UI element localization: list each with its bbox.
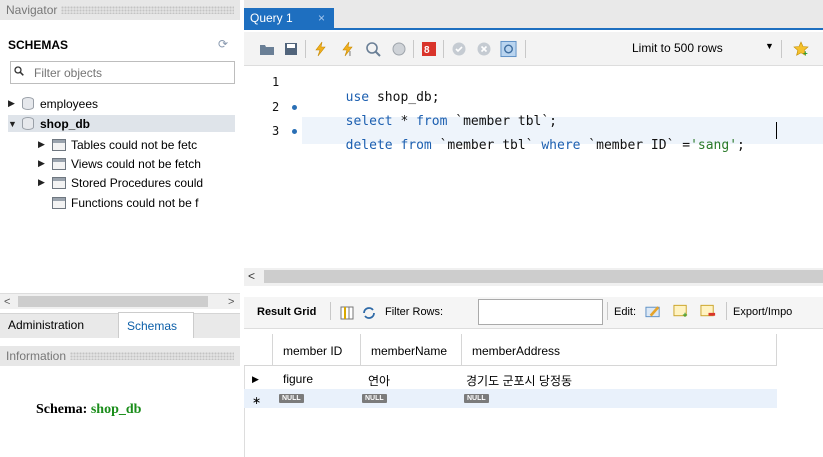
rollback-icon[interactable] (475, 40, 492, 57)
tree-item-views[interactable]: ▶ Views could not be fetch (38, 155, 201, 172)
current-row-arrow-icon: ▶ (252, 374, 259, 384)
procedure-folder-icon (52, 176, 66, 189)
svg-text:8: 8 (424, 45, 430, 56)
explain-icon[interactable] (364, 40, 381, 57)
execute-icon[interactable] (312, 40, 329, 57)
tree-item-label: shop_db (40, 116, 90, 131)
statement-marker-icon (292, 129, 297, 134)
scroll-left-icon[interactable]: < (248, 269, 255, 283)
line-number: 3 (272, 124, 280, 138)
scroll-left-icon[interactable]: < (4, 294, 10, 310)
new-row[interactable] (244, 389, 777, 408)
schema-info: Schema: shop_db (36, 402, 141, 418)
statement-marker-icon (292, 105, 297, 110)
execute-current-icon[interactable]: I (339, 40, 356, 57)
refresh-schemas-icon[interactable]: ⟳ (218, 38, 230, 50)
schema-info-label: Schema: (36, 402, 88, 417)
tree-item-tables[interactable]: ▶ Tables could not be fetc (38, 136, 197, 153)
result-grid-button[interactable]: Result Grid (257, 306, 316, 318)
navigator-horizontal-scrollbar[interactable]: < > (0, 293, 240, 309)
column-header-member-id[interactable]: member ID (273, 334, 361, 366)
grid-layout-icon[interactable] (338, 304, 355, 321)
database-icon (22, 97, 34, 110)
schema-info-value: shop_db (90, 402, 142, 417)
code-line-3: delete from `member tbl` where `member I… (345, 138, 745, 153)
information-title: Information (6, 349, 67, 363)
grid-cell[interactable]: 경기도 군포시 당정동 (466, 372, 572, 389)
search-icon (14, 66, 24, 76)
tree-item-label: Stored Procedures could (71, 175, 204, 190)
bookmark-icon[interactable]: + (792, 40, 809, 57)
filter-rows-label: Filter Rows: (385, 306, 444, 318)
delete-row-icon[interactable] (700, 302, 717, 319)
view-folder-icon (52, 157, 66, 170)
svg-text:I: I (349, 51, 351, 57)
information-header: Information (0, 346, 240, 366)
function-folder-icon (52, 196, 66, 209)
expand-arrow-icon[interactable]: ▶ (8, 98, 18, 109)
open-folder-icon[interactable] (258, 40, 275, 57)
edit-row-icon[interactable] (645, 302, 662, 319)
expand-arrow-icon[interactable]: ▶ (38, 139, 48, 150)
tree-item-label: Tables could not be fetc (71, 137, 198, 152)
expand-arrow-icon[interactable]: ▶ (38, 177, 48, 188)
filter-objects-input[interactable] (34, 63, 232, 82)
grid-cell[interactable]: NULL (464, 389, 489, 403)
grid-cell[interactable]: 연아 (368, 372, 390, 389)
new-row-marker-icon: ∗ (252, 395, 262, 407)
grid-cell[interactable]: NULL (362, 389, 387, 403)
row-header-corner (244, 334, 273, 366)
tab-administration[interactable]: Administration (8, 318, 84, 332)
tab-schemas[interactable]: Schemas (118, 312, 194, 338)
add-row-icon[interactable]: + (673, 302, 690, 319)
toggle-error-icon[interactable]: 8 (420, 40, 437, 57)
stop-icon[interactable] (390, 40, 407, 57)
autocommit-icon[interactable] (500, 40, 517, 57)
scroll-right-icon[interactable]: > (228, 294, 234, 310)
query-tab-label: Query 1 (250, 11, 293, 25)
text-caret (776, 122, 777, 139)
edit-label: Edit: (614, 306, 637, 318)
export-import-button[interactable]: Export/Impo (733, 306, 792, 318)
close-icon[interactable]: × (318, 8, 325, 28)
svg-text:+: + (803, 49, 808, 57)
table-folder-icon (52, 138, 66, 151)
tree-item-stored-procedures[interactable]: ▶ Stored Procedures could (38, 174, 203, 191)
database-icon (22, 117, 34, 130)
svg-text:+: + (682, 309, 687, 318)
scrollbar-thumb[interactable] (264, 270, 823, 283)
tree-item-functions[interactable]: Functions could not be f (48, 194, 198, 211)
navigator-header: Navigator (0, 0, 240, 20)
schemas-title: SCHEMAS (8, 38, 69, 52)
sql-editor-toolbar (244, 32, 823, 66)
grid-cell[interactable]: NULL (279, 389, 304, 403)
chevron-down-icon[interactable]: ▼ (765, 41, 774, 51)
tree-item-label: employees (40, 96, 99, 111)
grid-cell[interactable]: figure (283, 372, 313, 386)
column-header-member-name[interactable]: memberName (361, 334, 462, 366)
tree-item-label: Views could not be fetch (71, 156, 201, 171)
commit-icon[interactable] (450, 40, 467, 57)
save-icon[interactable] (282, 40, 299, 57)
tab-query-1[interactable]: Query 1 × (244, 8, 334, 28)
collapse-arrow-icon[interactable]: ▼ (8, 119, 18, 129)
filter-rows-input[interactable] (478, 299, 603, 325)
tree-item-label: Functions could not be f (71, 195, 199, 210)
refresh-icon[interactable] (360, 304, 377, 321)
column-header-member-address[interactable]: memberAddress (462, 334, 777, 366)
scrollbar-thumb[interactable] (18, 296, 208, 307)
expand-arrow-icon[interactable]: ▶ (38, 158, 48, 169)
navigator-title: Navigator (6, 3, 58, 17)
line-number: 2 (272, 100, 280, 114)
line-number: 1 (272, 75, 280, 89)
tree-item-shop-db[interactable]: ▼ shop_db (8, 115, 235, 132)
editor-horizontal-scrollbar[interactable]: < (244, 268, 823, 286)
tree-item-employees[interactable]: ▶ employees (8, 95, 98, 112)
limit-rows-select[interactable]: Limit to 500 rows (632, 41, 723, 55)
